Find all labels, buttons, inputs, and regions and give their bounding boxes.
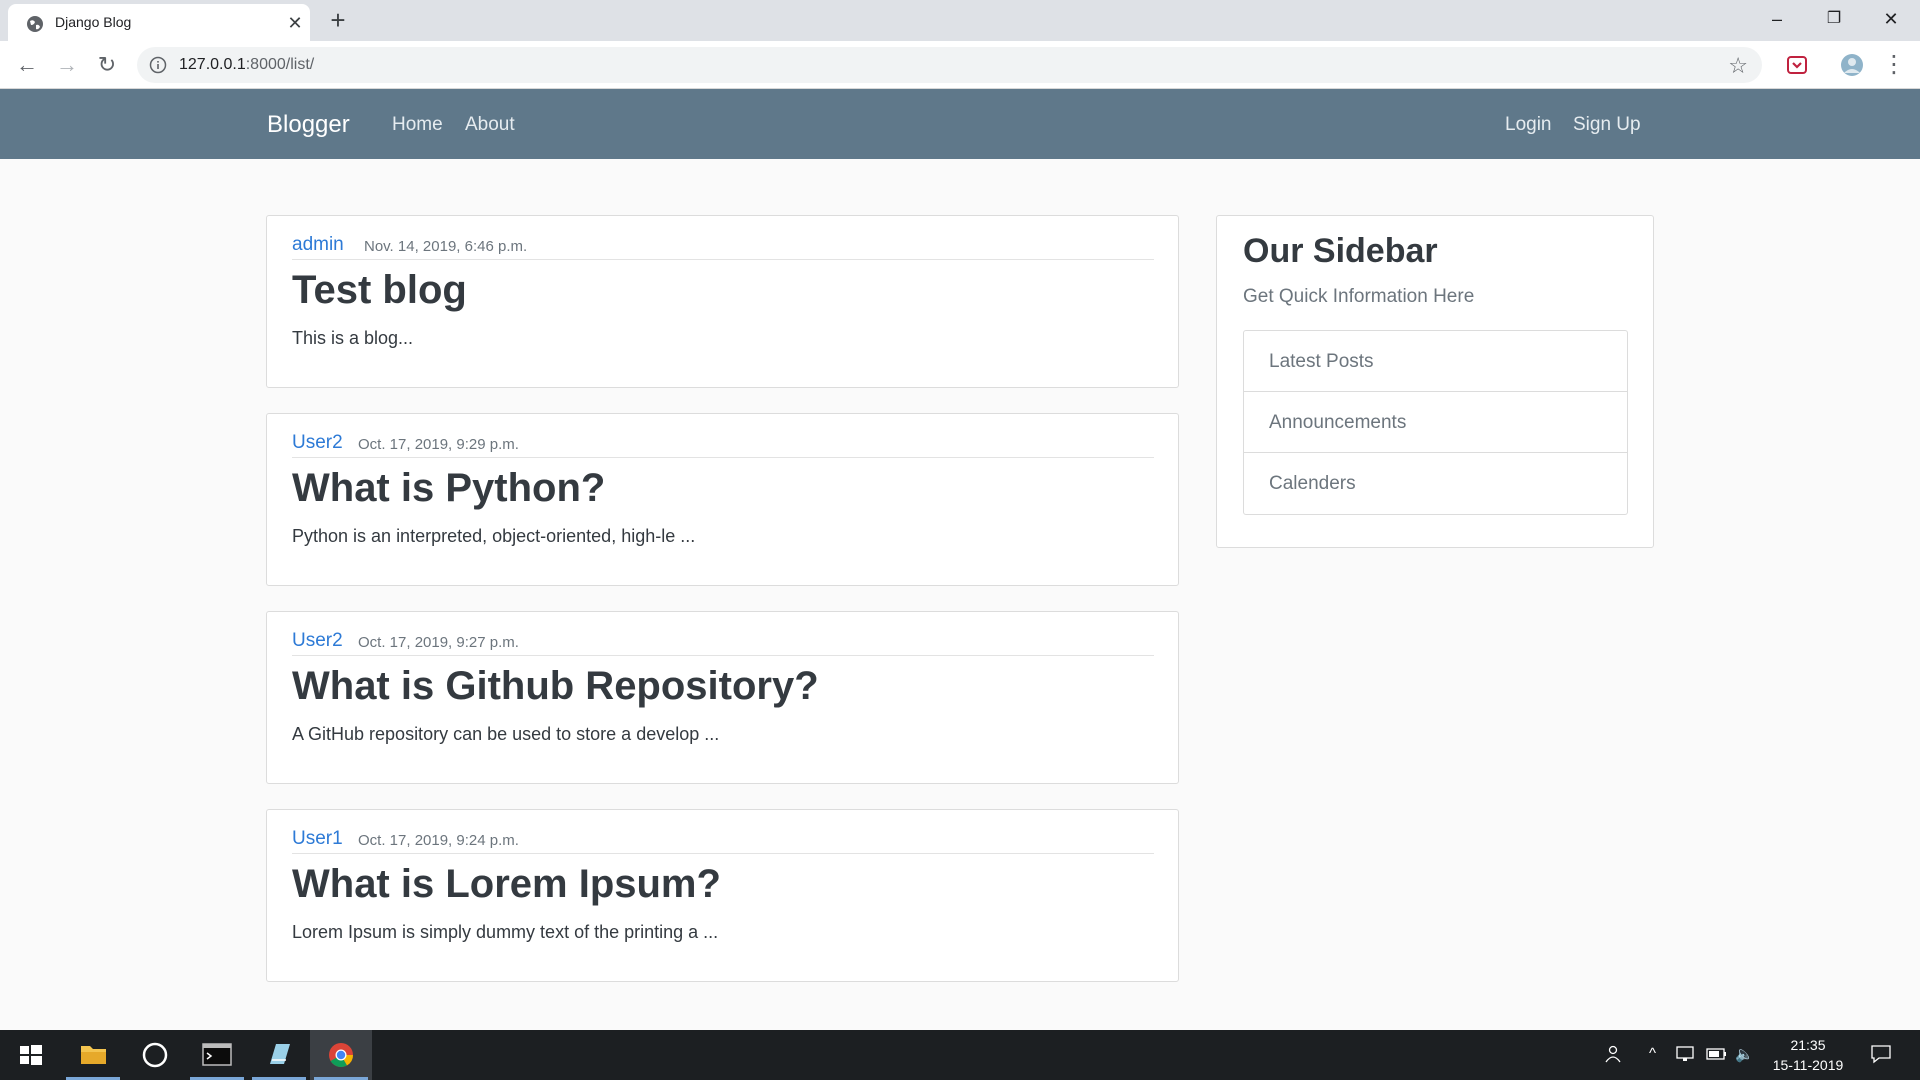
tray-chevron-icon[interactable]: ^	[1649, 1045, 1656, 1062]
post-excerpt: A GitHub repository can be used to store…	[292, 724, 720, 744]
navbar-brand[interactable]: Blogger	[267, 111, 350, 139]
reload-icon[interactable]: ↻	[93, 51, 121, 79]
post-excerpt: Python is an interpreted, object-oriente…	[292, 526, 696, 546]
terminal-icon	[202, 1043, 232, 1066]
forward-icon[interactable]: →	[53, 51, 81, 79]
new-tab-button[interactable]: +	[325, 7, 351, 34]
restore-icon[interactable]: ❐	[1819, 6, 1849, 32]
browser-tab[interactable]: Django Blog ✕	[8, 4, 310, 41]
chrome-icon	[329, 1043, 353, 1068]
post-author-link[interactable]: User1	[292, 828, 343, 850]
volume-icon[interactable]: 🔈	[1735, 1045, 1754, 1063]
post-date: Oct. 17, 2019, 9:24 p.m.	[358, 832, 519, 849]
windows-taskbar: ^ 🔈 21:35 15-11-2019	[0, 1030, 1920, 1080]
cortana-search-icon[interactable]	[124, 1030, 186, 1080]
browser-tab-strip: Django Blog ✕ + – ❐ ✕	[0, 0, 1920, 41]
url-text: 127.0.0.1:8000/list/	[179, 56, 314, 74]
sidebar-subtitle: Get Quick Information Here	[1243, 286, 1475, 307]
sidebar-title: Our Sidebar	[1243, 232, 1438, 270]
sidebar-item-label: Announcements	[1269, 412, 1407, 433]
post-date: Oct. 17, 2019, 9:29 p.m.	[358, 436, 519, 453]
bookmark-star-icon[interactable]: ☆	[1728, 53, 1748, 79]
sidebar-item-calenders[interactable]: Calenders	[1244, 453, 1627, 514]
globe-icon	[27, 16, 43, 32]
clock-time: 21:35	[1790, 1037, 1826, 1053]
sidebar-item-label: Latest Posts	[1269, 351, 1374, 372]
notepad-icon	[270, 1044, 290, 1064]
minimize-icon[interactable]: –	[1762, 6, 1792, 32]
notification-center-icon[interactable]	[1870, 1044, 1892, 1064]
notepad-taskbar-button[interactable]	[248, 1030, 310, 1080]
nav-link-home[interactable]: Home	[392, 114, 443, 136]
windows-start-icon[interactable]	[0, 1030, 62, 1080]
pocket-extension-icon[interactable]	[1784, 52, 1810, 78]
back-icon[interactable]: ←	[13, 51, 41, 79]
post-title-link[interactable]: Test blog	[292, 268, 467, 313]
sidebar-item-label: Calenders	[1269, 473, 1356, 494]
address-bar[interactable]: 127.0.0.1:8000/list/ ☆	[137, 47, 1762, 83]
post-meta: admin Nov. 14, 2019, 6:46 p.m.	[292, 234, 1154, 260]
terminal-taskbar-button[interactable]	[186, 1030, 248, 1080]
site-navbar: Blogger Home About Login Sign Up	[0, 89, 1920, 159]
post-excerpt: Lorem Ipsum is simply dummy text of the …	[292, 922, 719, 942]
sidebar-item-announcements[interactable]: Announcements	[1244, 392, 1627, 453]
folder-icon	[81, 1046, 106, 1064]
sidebar: Our Sidebar Get Quick Information Here L…	[1216, 215, 1654, 548]
post-card: User2 Oct. 17, 2019, 9:27 p.m. What is G…	[266, 611, 1179, 784]
people-icon[interactable]	[1602, 1044, 1622, 1064]
info-icon[interactable]	[149, 56, 167, 74]
browser-toolbar: ← → ↻ 127.0.0.1:8000/list/ ☆ ⋮	[0, 41, 1920, 89]
post-author-link[interactable]: User2	[292, 432, 343, 454]
url-path: :8000/list/	[245, 56, 315, 73]
nav-link-about[interactable]: About	[465, 114, 515, 136]
post-card: admin Nov. 14, 2019, 6:46 p.m. Test blog…	[266, 215, 1179, 388]
post-card: User1 Oct. 17, 2019, 9:24 p.m. What is L…	[266, 809, 1179, 982]
taskbar-clock[interactable]: 21:35 15-11-2019	[1770, 1035, 1846, 1075]
tab-title: Django Blog	[55, 14, 132, 30]
post-card: User2 Oct. 17, 2019, 9:29 p.m. What is P…	[266, 413, 1179, 586]
post-title-link[interactable]: What is Lorem Ipsum?	[292, 862, 721, 907]
battery-icon[interactable]	[1706, 1047, 1728, 1061]
post-date: Oct. 17, 2019, 9:27 p.m.	[358, 634, 519, 651]
network-icon[interactable]	[1675, 1045, 1697, 1063]
window-close-icon[interactable]: ✕	[1876, 6, 1906, 32]
sidebar-item-latest-posts[interactable]: Latest Posts	[1244, 331, 1627, 392]
post-title-link[interactable]: What is Python?	[292, 466, 605, 511]
post-title-link[interactable]: What is Github Repository?	[292, 664, 819, 709]
post-author-link[interactable]: User2	[292, 630, 343, 652]
nav-link-login[interactable]: Login	[1505, 114, 1552, 136]
url-host: 127.0.0.1	[179, 56, 246, 73]
post-excerpt: This is a blog...	[292, 328, 414, 348]
tab-close-icon[interactable]: ✕	[285, 13, 305, 33]
nav-link-signup[interactable]: Sign Up	[1573, 114, 1641, 136]
post-date: Nov. 14, 2019, 6:46 p.m.	[364, 238, 528, 255]
chrome-taskbar-button[interactable]	[310, 1030, 372, 1080]
sidebar-list: Latest Posts Announcements Calenders	[1243, 330, 1628, 515]
post-meta: User2 Oct. 17, 2019, 9:29 p.m.	[292, 432, 1154, 458]
post-author-link[interactable]: admin	[292, 234, 344, 256]
post-meta: User1 Oct. 17, 2019, 9:24 p.m.	[292, 828, 1154, 854]
clock-date: 15-11-2019	[1772, 1057, 1844, 1073]
profile-avatar-icon[interactable]	[1839, 52, 1865, 78]
browser-menu-icon[interactable]: ⋮	[1880, 51, 1908, 79]
post-meta: User2 Oct. 17, 2019, 9:27 p.m.	[292, 630, 1154, 656]
file-explorer-taskbar-button[interactable]	[62, 1030, 124, 1080]
